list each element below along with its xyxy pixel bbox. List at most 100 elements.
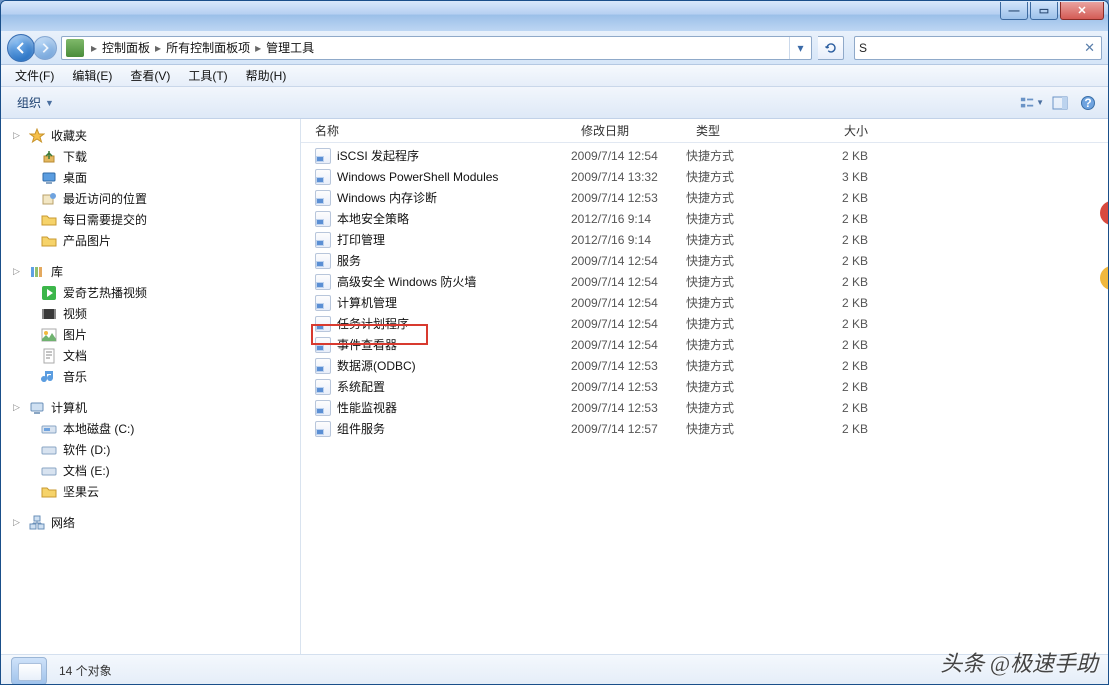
- item-icon: [41, 442, 57, 458]
- file-name: 性能监视器: [337, 399, 397, 416]
- sidebar-header-libraries[interactable]: ▷ 库: [1, 261, 300, 282]
- col-size[interactable]: 大小: [798, 122, 888, 139]
- clear-search-icon[interactable]: ✕: [1082, 40, 1097, 56]
- shortcut-icon: [315, 232, 331, 248]
- sidebar-label: 收藏夹: [51, 127, 87, 144]
- sidebar-item-fav-0[interactable]: 下载: [1, 146, 300, 167]
- file-name: 数据源(ODBC): [337, 357, 416, 374]
- minimize-button[interactable]: —: [1000, 2, 1028, 20]
- file-date: 2009/7/14 12:54: [571, 149, 686, 163]
- search-box[interactable]: ✕: [854, 36, 1102, 60]
- file-row[interactable]: 数据源(ODBC)2009/7/14 12:53快捷方式2 KB: [301, 355, 1108, 376]
- sidebar-item-lib-0[interactable]: 爱奇艺热播视频: [1, 282, 300, 303]
- sidebar-item-label: 产品图片: [63, 232, 111, 249]
- file-row[interactable]: 计算机管理2009/7/14 12:54快捷方式2 KB: [301, 292, 1108, 313]
- file-size: 2 KB: [798, 422, 888, 436]
- preview-pane-button[interactable]: [1048, 91, 1072, 115]
- file-date: 2009/7/14 13:32: [571, 170, 686, 184]
- sidebar-item-lib-1[interactable]: 视频: [1, 303, 300, 324]
- back-button[interactable]: [7, 34, 35, 62]
- file-name: 组件服务: [337, 420, 385, 437]
- item-icon: [41, 233, 57, 249]
- breadcrumb-seg-1[interactable]: 所有控制面板项: [164, 39, 252, 56]
- file-row[interactable]: 服务2009/7/14 12:54快捷方式2 KB: [301, 250, 1108, 271]
- sidebar-header-network[interactable]: ▷ 网络: [1, 512, 300, 533]
- item-icon: [41, 170, 57, 186]
- address-dropdown[interactable]: ▾: [789, 37, 811, 59]
- file-row[interactable]: Windows PowerShell Modules2009/7/14 13:3…: [301, 166, 1108, 187]
- column-headers[interactable]: 名称 修改日期 类型 大小: [301, 119, 1108, 143]
- chevron-down-icon: ▼: [1036, 98, 1044, 107]
- address-bar[interactable]: ▸ 控制面板 ▸ 所有控制面板项 ▸ 管理工具 ▾: [61, 36, 812, 60]
- file-type: 快捷方式: [686, 168, 798, 185]
- breadcrumb-seg-0[interactable]: 控制面板: [100, 39, 152, 56]
- status-count: 14 个对象: [59, 662, 112, 679]
- sidebar-item-lib-2[interactable]: 图片: [1, 324, 300, 345]
- organize-button[interactable]: 组织 ▼: [9, 91, 62, 114]
- file-row[interactable]: 高级安全 Windows 防火墙2009/7/14 12:54快捷方式2 KB: [301, 271, 1108, 292]
- sidebar-item-fav-2[interactable]: 最近访问的位置: [1, 188, 300, 209]
- sidebar-item-comp-2[interactable]: 文档 (E:): [1, 460, 300, 481]
- breadcrumb-sep: ▸: [252, 41, 264, 55]
- breadcrumb-seg-2[interactable]: 管理工具: [264, 39, 316, 56]
- file-type: 快捷方式: [686, 378, 798, 395]
- sidebar-item-fav-3[interactable]: 每日需要提交的: [1, 209, 300, 230]
- shortcut-icon: [315, 295, 331, 311]
- file-row[interactable]: 本地安全策略2012/7/16 9:14快捷方式2 KB: [301, 208, 1108, 229]
- file-row[interactable]: 性能监视器2009/7/14 12:53快捷方式2 KB: [301, 397, 1108, 418]
- chevron-right-icon: ▷: [13, 517, 23, 528]
- sidebar-item-comp-0[interactable]: 本地磁盘 (C:): [1, 418, 300, 439]
- sidebar-group-libraries: ▷ 库 爱奇艺热播视频视频图片文档音乐: [1, 261, 300, 387]
- sidebar-item-label: 图片: [63, 326, 87, 343]
- shortcut-icon: [315, 379, 331, 395]
- col-name[interactable]: 名称: [301, 122, 571, 139]
- shortcut-icon: [315, 211, 331, 227]
- forward-button[interactable]: [33, 36, 57, 60]
- item-icon: [41, 369, 57, 385]
- menu-edit[interactable]: 编辑(E): [64, 65, 120, 86]
- file-row[interactable]: 组件服务2009/7/14 12:57快捷方式2 KB: [301, 418, 1108, 439]
- help-button[interactable]: ?: [1076, 91, 1100, 115]
- file-row[interactable]: iSCSI 发起程序2009/7/14 12:54快捷方式2 KB: [301, 145, 1108, 166]
- item-icon: [41, 149, 57, 165]
- sidebar[interactable]: ▷ 收藏夹 下载桌面最近访问的位置每日需要提交的产品图片 ▷ 库 爱奇艺热播视频…: [1, 119, 301, 654]
- file-type: 快捷方式: [686, 399, 798, 416]
- refresh-button[interactable]: [818, 36, 844, 60]
- close-button[interactable]: ✕: [1060, 2, 1104, 20]
- file-size: 2 KB: [798, 212, 888, 226]
- sidebar-item-lib-3[interactable]: 文档: [1, 345, 300, 366]
- col-date[interactable]: 修改日期: [571, 122, 686, 139]
- file-date: 2009/7/14 12:53: [571, 380, 686, 394]
- maximize-button[interactable]: ▭: [1030, 2, 1058, 20]
- view-options-button[interactable]: ▼: [1020, 91, 1044, 115]
- file-list[interactable]: iSCSI 发起程序2009/7/14 12:54快捷方式2 KBWindows…: [301, 143, 1108, 654]
- file-name: 高级安全 Windows 防火墙: [337, 273, 476, 290]
- menu-view[interactable]: 查看(V): [122, 65, 178, 86]
- computer-icon: [29, 400, 45, 416]
- sidebar-item-fav-1[interactable]: 桌面: [1, 167, 300, 188]
- file-row[interactable]: 系统配置2009/7/14 12:53快捷方式2 KB: [301, 376, 1108, 397]
- file-row[interactable]: 打印管理2012/7/16 9:14快捷方式2 KB: [301, 229, 1108, 250]
- title-bar[interactable]: — ▭ ✕: [1, 1, 1108, 31]
- col-type[interactable]: 类型: [686, 122, 798, 139]
- file-size: 2 KB: [798, 254, 888, 268]
- sidebar-item-fav-4[interactable]: 产品图片: [1, 230, 300, 251]
- sidebar-item-label: 文档: [63, 347, 87, 364]
- file-row[interactable]: 事件查看器2009/7/14 12:54快捷方式2 KB: [301, 334, 1108, 355]
- sidebar-item-comp-1[interactable]: 软件 (D:): [1, 439, 300, 460]
- network-icon: [29, 515, 45, 531]
- file-size: 2 KB: [798, 338, 888, 352]
- menu-help[interactable]: 帮助(H): [238, 65, 295, 86]
- menu-tools[interactable]: 工具(T): [180, 65, 235, 86]
- search-input[interactable]: [859, 41, 1082, 55]
- file-row[interactable]: 任务计划程序2009/7/14 12:54快捷方式2 KB: [301, 313, 1108, 334]
- sidebar-item-lib-4[interactable]: 音乐: [1, 366, 300, 387]
- file-row[interactable]: Windows 内存诊断2009/7/14 12:53快捷方式2 KB: [301, 187, 1108, 208]
- sidebar-header-favorites[interactable]: ▷ 收藏夹: [1, 125, 300, 146]
- item-icon: [41, 421, 57, 437]
- shortcut-icon: [315, 400, 331, 416]
- sidebar-header-computer[interactable]: ▷ 计算机: [1, 397, 300, 418]
- menu-file[interactable]: 文件(F): [7, 65, 62, 86]
- sidebar-item-comp-3[interactable]: 坚果云: [1, 481, 300, 502]
- help-icon: ?: [1080, 95, 1096, 111]
